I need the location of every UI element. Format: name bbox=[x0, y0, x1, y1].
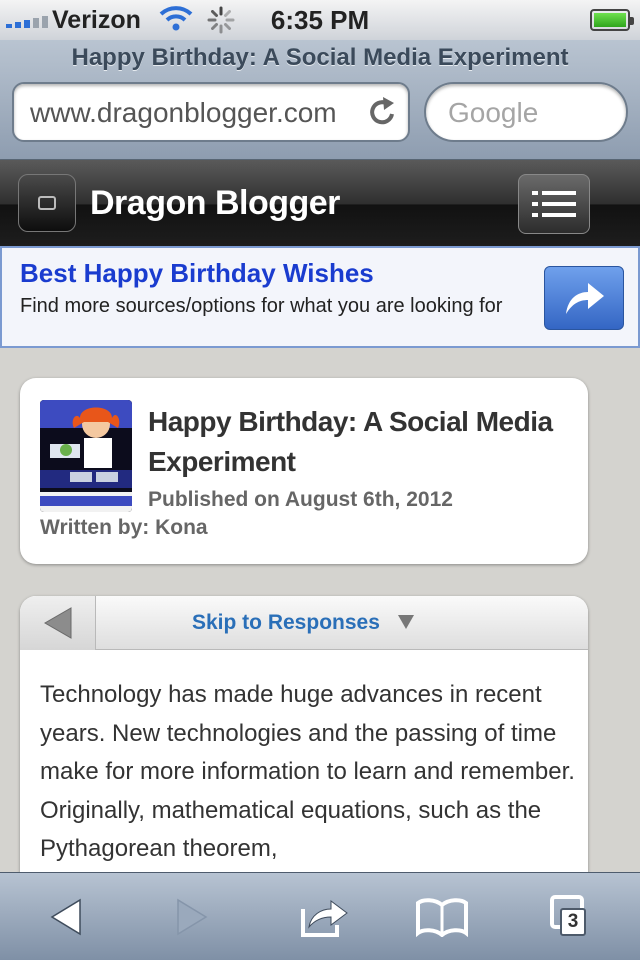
menu-icon bbox=[532, 191, 576, 217]
search-input[interactable] bbox=[448, 97, 618, 129]
battery-icon bbox=[590, 9, 634, 31]
ad-title[interactable]: Best Happy Birthday Wishes bbox=[20, 258, 374, 289]
address-bar[interactable]: www.dragonblogger.com bbox=[12, 82, 410, 142]
book-icon bbox=[416, 898, 468, 937]
post-author: Written by: Kona bbox=[40, 516, 208, 539]
back-tab[interactable] bbox=[20, 596, 96, 650]
article-card: Skip to Responses Technology has made hu… bbox=[20, 596, 588, 896]
status-bar: Verizon 6:35 PM bbox=[0, 0, 640, 40]
browser-toolbar bbox=[0, 872, 640, 960]
left-triangle-icon bbox=[43, 607, 71, 639]
share-button[interactable] bbox=[294, 887, 354, 947]
home-icon bbox=[38, 196, 56, 210]
reload-icon[interactable] bbox=[368, 96, 398, 133]
back-button[interactable] bbox=[36, 887, 96, 947]
skip-to-responses-link[interactable]: Skip to Responses bbox=[192, 611, 380, 635]
ad-description: Find more sources/options for what you a… bbox=[20, 295, 503, 317]
forward-arrow-icon bbox=[177, 898, 208, 936]
skip-bar: Skip to Responses bbox=[20, 596, 588, 650]
site-header: Dragon Blogger bbox=[0, 160, 640, 248]
page-title: Happy Birthday: A Social Media Experimen… bbox=[71, 44, 569, 71]
post-thumbnail[interactable] bbox=[40, 400, 132, 512]
bookmarks-button[interactable] bbox=[412, 887, 472, 947]
ad-go-button[interactable] bbox=[544, 266, 624, 330]
back-arrow-icon bbox=[50, 898, 81, 936]
home-button[interactable] bbox=[18, 174, 76, 232]
search-field[interactable] bbox=[424, 82, 628, 142]
post-title: Happy Birthday: A Social Media Experimen… bbox=[148, 406, 553, 477]
url-text[interactable]: www.dragonblogger.com bbox=[30, 97, 360, 129]
forward-button[interactable] bbox=[162, 887, 222, 947]
clock: 6:35 PM bbox=[270, 5, 370, 35]
ad-banner[interactable]: Best Happy Birthday Wishes Find more sou… bbox=[0, 246, 640, 348]
tab-count-badge[interactable]: 3 bbox=[560, 908, 586, 936]
site-name[interactable]: Dragon Blogger bbox=[90, 184, 340, 223]
post-header-card: Happy Birthday: A Social Media Experimen… bbox=[20, 378, 588, 564]
post-date: Published on August 6th, 2012 bbox=[148, 488, 453, 511]
share-icon bbox=[301, 900, 348, 937]
caret-down-icon[interactable] bbox=[398, 615, 414, 634]
article-body: Technology has made huge advances in rec… bbox=[40, 681, 575, 862]
browser-top-bar: Happy Birthday: A Social Media Experimen… bbox=[0, 40, 640, 160]
menu-button[interactable] bbox=[518, 174, 590, 234]
share-arrow-icon bbox=[566, 283, 604, 314]
